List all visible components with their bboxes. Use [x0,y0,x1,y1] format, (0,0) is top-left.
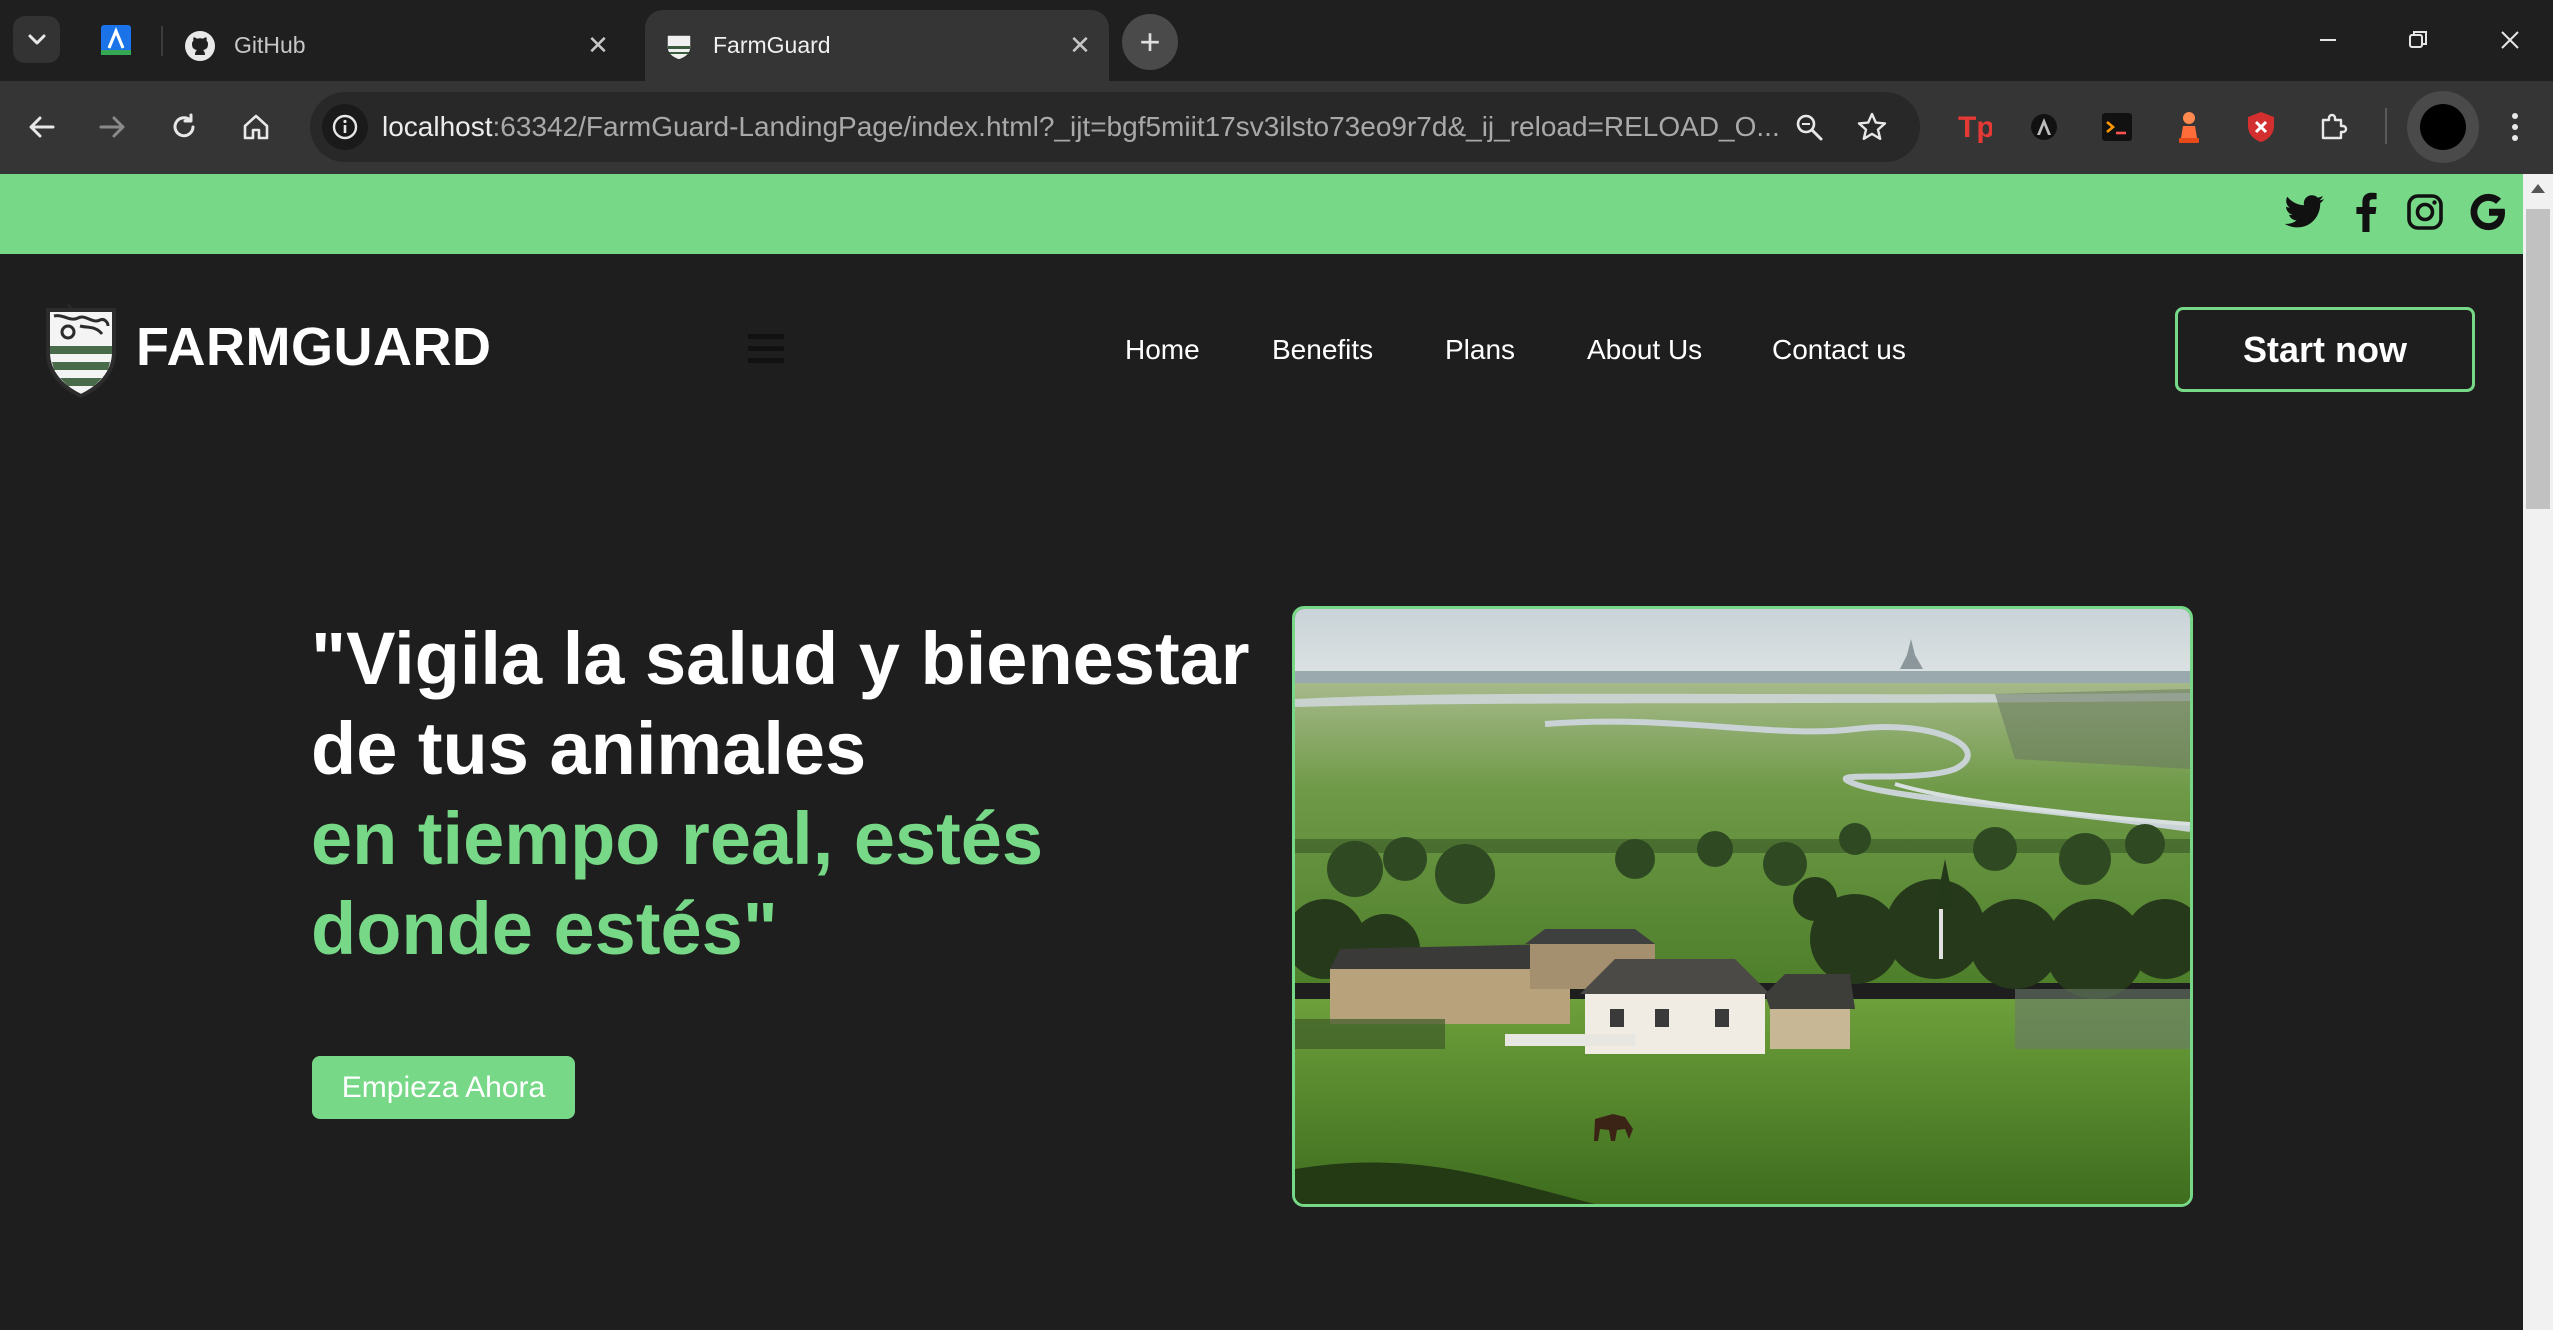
instagram-icon[interactable] [2403,190,2447,234]
hero-line-4: donde estés" [311,887,778,970]
start-now-button[interactable]: Start now [2175,307,2475,392]
close-window-button[interactable] [2480,14,2540,66]
site-info-button[interactable] [322,104,368,150]
bookmark-button[interactable] [1851,106,1893,148]
back-button[interactable] [16,101,68,153]
more-vertical-icon [2512,113,2518,141]
browser-tab-strip: GitHub ✕ FarmGuard ✕ + [0,0,2553,81]
hamburger-bar [748,346,784,351]
home-button[interactable] [230,101,282,153]
hamburger-menu-icon[interactable] [748,334,784,364]
scrollbar-thumb[interactable] [2526,209,2550,509]
chevron-down-icon [28,34,45,44]
tp-extension-icon[interactable]: Tp [1953,106,1995,148]
app-logo-icon [101,25,131,55]
url-host: localhost [382,111,493,142]
hero-line-1: "Vigila la salud y bienestar [311,617,1250,700]
plus-icon: + [1139,21,1161,62]
star-icon [1857,112,1887,140]
minimize-icon [2320,39,2336,41]
address-bar[interactable]: localhost:63342/FarmGuard-LandingPage/in… [310,92,1920,162]
new-tab-button[interactable]: + [1122,14,1178,70]
puzzle-extensions-icon[interactable] [2312,106,2354,148]
reload-icon [173,113,195,138]
github-icon [184,30,216,62]
tab-separator [161,26,163,56]
minimize-button[interactable] [2298,14,2358,66]
hero-line-3: en tiempo real, estés [311,797,1044,880]
toolbar-divider [2385,108,2387,144]
arrow-left-icon [29,116,55,138]
nav-about-us[interactable]: About Us [1587,334,1702,366]
info-icon [332,114,358,140]
empieza-ahora-button[interactable]: Empieza Ahora [312,1056,575,1119]
page-viewport: FARMGUARD Home Benefits Plans About Us C… [0,174,2523,1330]
forward-button[interactable] [86,101,138,153]
close-icon[interactable]: ✕ [581,29,615,63]
reload-button[interactable] [158,101,210,153]
hero-farm-image [1292,606,2193,1207]
farm-landscape-image [1295,609,2190,1204]
restore-button[interactable] [2388,14,2448,66]
zoom-button[interactable] [1788,106,1830,148]
tab-github[interactable]: GitHub ✕ [180,10,625,81]
restore-icon [2409,31,2427,48]
pinned-tab-arc[interactable] [98,22,134,58]
hamburger-bar [748,358,784,363]
zoom-icon [1796,114,1823,141]
browser-menu-button[interactable] [2495,106,2535,148]
nav-plans[interactable]: Plans [1445,334,1515,366]
url-text[interactable]: localhost:63342/FarmGuard-LandingPage/in… [382,92,1782,162]
hamburger-bar [748,334,784,339]
terminal-extension-icon[interactable] [2096,106,2138,148]
social-top-bar [0,174,2523,254]
shield-blocker-icon[interactable] [2240,106,2282,148]
nav-benefits[interactable]: Benefits [1272,334,1373,366]
arrow-right-icon [99,116,125,138]
tab-search-button[interactable] [13,16,60,63]
home-icon [243,114,269,140]
page-scrollbar[interactable] [2523,174,2553,1330]
site-header: FARMGUARD Home Benefits Plans About Us C… [0,254,2523,444]
chess-pawn-extension-icon[interactable] [2168,106,2210,148]
twitter-icon[interactable] [2283,190,2327,234]
farmguard-favicon-icon [663,30,695,62]
tab-title: FarmGuard [713,32,831,58]
facebook-icon[interactable] [2344,190,2388,234]
tab-farmguard[interactable]: FarmGuard ✕ [645,10,1109,81]
close-icon [2501,31,2519,49]
google-icon[interactable] [2467,190,2511,234]
svg-text:Tp: Tp [1958,111,1992,144]
hero-heading: "Vigila la salud y bienestar de tus anim… [311,614,1271,974]
tab-title: GitHub [234,32,306,58]
nav-home[interactable]: Home [1125,334,1200,366]
angular-devtools-icon[interactable] [2023,106,2065,148]
avatar [2420,104,2466,150]
farmguard-logo-icon[interactable] [44,302,118,398]
hero-line-2: de tus animales [311,707,867,790]
brand-name[interactable]: FARMGUARD [136,316,491,378]
scroll-up-icon[interactable] [2531,184,2545,193]
nav-contact-us[interactable]: Contact us [1772,334,1906,366]
profile-avatar[interactable] [2407,91,2479,163]
close-icon[interactable]: ✕ [1063,29,1097,63]
url-path: :63342/FarmGuard-LandingPage/index.html?… [492,111,1780,142]
